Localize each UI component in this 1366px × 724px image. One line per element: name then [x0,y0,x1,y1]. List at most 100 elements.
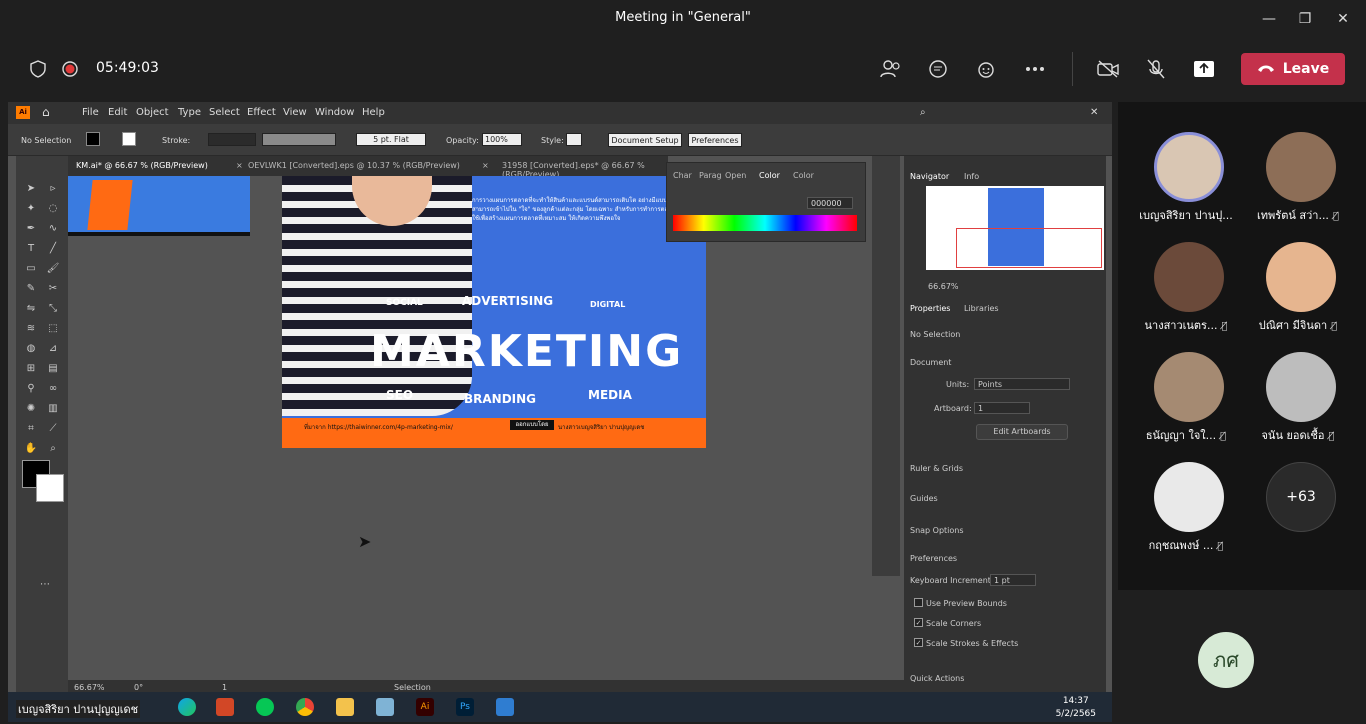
close-icon[interactable]: ✕ [1332,8,1354,30]
hex-field[interactable]: 000000 [807,197,853,209]
participant-tile[interactable]: นางสาวเนตร... 🎙̸ [1124,232,1248,344]
self-avatar[interactable]: ภศ [1198,632,1254,688]
lasso-icon[interactable]: ◌ [46,202,60,216]
edit-artboards-button[interactable]: Edit Artboards [976,424,1068,440]
scale-strokes-checkbox[interactable]: ✓ [914,638,923,647]
minimize-icon[interactable]: — [1258,8,1280,30]
use-preview-bounds-checkbox[interactable] [914,598,923,607]
menu-type[interactable]: Type [178,107,201,118]
mic-off-icon[interactable] [1144,57,1168,81]
artboard-tool-icon[interactable]: ⌗ [24,422,38,436]
participant-tile[interactable]: กฤชณพงษ์ ... 🎙̸ [1124,452,1248,564]
more-tools-icon[interactable]: ⋯ [38,578,52,592]
artboard-dropdown[interactable]: 1 [974,402,1030,414]
pen-tool-icon[interactable]: ✒ [24,222,38,236]
blend-icon[interactable]: ∞ [46,382,60,396]
type-tool-icon[interactable]: T [24,242,38,256]
eyedropper-icon[interactable]: ⚲ [24,382,38,396]
tab-close-icon[interactable]: × [482,161,489,170]
selection-tool-icon[interactable]: ➤ [24,182,38,196]
shield-icon[interactable] [26,57,50,81]
chrome-icon[interactable] [296,698,314,716]
units-dropdown[interactable]: Points [974,378,1070,390]
tab-navigator[interactable]: Navigator [910,172,949,181]
powerpoint-icon[interactable] [216,698,234,716]
variable-width-field[interactable] [262,133,336,146]
stroke-weight-field[interactable] [208,133,256,146]
color-spectrum[interactable] [673,215,857,231]
tab-properties[interactable]: Properties [910,304,950,313]
preferences-button[interactable]: Preferences [688,133,742,147]
more-participants-count[interactable]: +63 [1266,462,1336,532]
scissors-icon[interactable]: ✂ [46,282,60,296]
perspective-icon[interactable]: ⊿ [46,342,60,356]
more-options-icon[interactable] [1023,57,1047,81]
tab-oevlwk1[interactable]: OEVLWK1 [Converted].eps @ 10.37 % (RGB/P… [248,161,460,170]
keyboard-increment-field[interactable]: 1 pt [990,574,1036,586]
zoom-tool-icon[interactable]: ⌕ [46,442,60,456]
ai-close-icon[interactable]: ✕ [1090,107,1098,118]
symbol-sprayer-icon[interactable]: ✺ [24,402,38,416]
menu-window[interactable]: Window [315,107,354,118]
status-zoom[interactable]: 66.67% [74,683,105,692]
shape-builder-icon[interactable]: ◍ [24,342,38,356]
rectangle-tool-icon[interactable]: ▭ [24,262,38,276]
photos-icon[interactable] [496,698,514,716]
menu-help[interactable]: Help [362,107,385,118]
file-explorer-icon[interactable] [336,698,354,716]
search-icon[interactable]: ⌕ [920,107,926,118]
more-participants-tile[interactable]: +63 [1236,452,1360,564]
scale-corners-checkbox[interactable]: ✓ [914,618,923,627]
participant-tile[interactable]: เทพรัตน์ สว่า... 🎙̸ [1236,122,1360,234]
status-artboard[interactable]: 1 [222,683,227,692]
camera-off-icon[interactable] [1096,57,1120,81]
menu-view[interactable]: View [283,107,307,118]
share-screen-icon[interactable] [1192,57,1216,81]
tab-info[interactable]: Info [964,172,979,181]
brush-tool-icon[interactable]: 🖌 [46,262,60,276]
stroke-swatch[interactable] [122,132,136,146]
gradient-icon[interactable]: ▤ [46,362,60,376]
style-swatch[interactable] [566,133,582,146]
illustrator-taskbar-icon[interactable]: Ai [416,698,434,716]
people-icon[interactable] [879,57,903,81]
participant-tile[interactable]: จนัน ยอดเชื้อ 🎙̸ [1236,342,1360,454]
stroke-color-swatch[interactable] [36,474,64,502]
menu-edit[interactable]: Edit [108,107,127,118]
participant-tile[interactable]: ธนัญญา ใจใ... 🎙̸ [1124,342,1248,454]
reactions-icon[interactable] [974,57,998,81]
width-tool-icon[interactable]: ≋ [24,322,38,336]
tab-opentype[interactable]: Open [725,171,746,180]
home-icon[interactable]: ⌂ [42,105,50,119]
app-icon[interactable] [376,698,394,716]
tab-character[interactable]: Char [673,171,692,180]
menu-effect[interactable]: Effect [247,107,276,118]
document-setup-button[interactable]: Document Setup [608,133,682,147]
edge-icon[interactable] [178,698,196,716]
line-tool-icon[interactable]: ╱ [46,242,60,256]
photoshop-icon[interactable]: Ps [456,698,474,716]
navigator-zoom[interactable]: 66.67% [928,282,959,291]
leave-button[interactable]: Leave [1241,53,1345,85]
status-rotate[interactable]: 0° [134,683,143,692]
curvature-icon[interactable]: ∿ [46,222,60,236]
shaper-icon[interactable]: ✎ [24,282,38,296]
fill-swatch[interactable] [86,132,100,146]
tab-km[interactable]: KM.ai* @ 66.67 % (RGB/Preview) [76,161,208,170]
line-icon[interactable] [256,698,274,716]
menu-object[interactable]: Object [136,107,169,118]
magic-wand-icon[interactable]: ✦ [24,202,38,216]
tab-paragraph[interactable]: Parag [699,171,722,180]
tab-color[interactable]: Color [759,171,780,180]
opacity-field[interactable]: 100% [482,133,522,146]
tab-libraries[interactable]: Libraries [964,304,999,313]
scale-icon[interactable]: ⤡ [46,302,60,316]
direct-selection-tool-icon[interactable]: ▹ [46,182,60,196]
artboard-canvas[interactable]: การวางแผนการตลาดที่จะทำให้สินค้าและแบรนด… [68,176,880,688]
chat-icon[interactable] [926,57,950,81]
menu-file[interactable]: File [82,107,99,118]
brush-field[interactable]: 5 pt. Flat [356,133,426,146]
free-transform-icon[interactable]: ⬚ [46,322,60,336]
mesh-icon[interactable]: ⊞ [24,362,38,376]
navigator-view-box[interactable] [956,228,1102,268]
